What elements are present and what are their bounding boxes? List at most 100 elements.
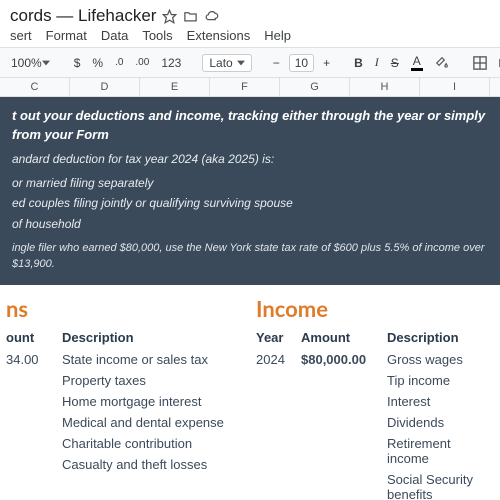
percent-button[interactable]: % <box>89 54 106 72</box>
cell: State income or sales tax <box>56 352 226 367</box>
cell <box>301 394 381 409</box>
font-size-input[interactable]: 10 <box>289 54 314 72</box>
col-amount: Amount <box>301 330 381 345</box>
cell: Gross wages <box>381 352 496 367</box>
zoom-value: 100% <box>11 56 42 70</box>
menu-data[interactable]: Data <box>101 28 128 43</box>
col-description: Description <box>56 330 226 345</box>
col-header[interactable]: E <box>140 78 210 96</box>
decrease-decimal-button[interactable]: .0 <box>112 55 126 70</box>
italic-button[interactable]: I <box>372 53 382 72</box>
banner-example: ingle filer who earned $80,000, use the … <box>12 241 488 273</box>
col-header[interactable]: D <box>70 78 140 96</box>
cell: Medical and dental expense <box>56 415 226 430</box>
banner-headline: t out your deductions and income, tracki… <box>12 107 488 145</box>
font-size-increase[interactable]: + <box>320 54 333 72</box>
cell <box>6 415 56 430</box>
table-row[interactable]: Charitable contribution <box>6 433 226 454</box>
spreadsheet-body[interactable]: t out your deductions and income, tracki… <box>0 97 500 500</box>
col-header[interactable]: I <box>420 78 490 96</box>
table-row[interactable]: Medical and dental expense <box>6 412 226 433</box>
table-row[interactable]: Home mortgage interest <box>6 391 226 412</box>
dec-inc-label: .00 <box>135 57 149 68</box>
table-row[interactable]: 2024$80,000.00Gross wages <box>256 349 496 370</box>
col-description: Description <box>381 330 496 345</box>
text-color-button[interactable]: A <box>408 52 426 73</box>
cell: Social Security benefits <box>381 472 496 500</box>
menu-tools[interactable]: Tools <box>142 28 172 43</box>
cell <box>301 415 381 430</box>
table-row[interactable]: Tip income <box>256 370 496 391</box>
cell <box>301 472 381 500</box>
table-row[interactable]: Social Security benefits <box>256 469 496 500</box>
cell: Casualty and theft losses <box>56 457 226 472</box>
merge-button[interactable] <box>496 54 500 72</box>
number-format-button[interactable]: 123 <box>158 54 184 72</box>
cell <box>6 436 56 451</box>
cell: Charitable contribution <box>56 436 226 451</box>
menu-insert[interactable]: sert <box>10 28 32 43</box>
cell: Property taxes <box>56 373 226 388</box>
app-window: cords — Lifehacker sert Format Data Tool… <box>0 0 500 500</box>
deductions-title: ns <box>6 295 226 322</box>
increase-decimal-button[interactable]: .00 <box>132 55 152 70</box>
title-bar: cords — Lifehacker <box>0 0 500 28</box>
col-header[interactable]: F <box>210 78 280 96</box>
menu-format[interactable]: Format <box>46 28 87 43</box>
deductions-table: ns ount Description 34.00State income or… <box>6 295 226 500</box>
tables-area: ns ount Description 34.00State income or… <box>0 285 500 500</box>
col-header[interactable]: G <box>280 78 350 96</box>
cell: 2024 <box>256 352 301 367</box>
currency-button[interactable]: $ <box>71 54 84 72</box>
cell <box>256 436 301 466</box>
table-row[interactable]: Interest <box>256 391 496 412</box>
column-headers: C D E F G H I <box>0 78 500 97</box>
banner-subhead: andard deduction for tax year 2024 (aka … <box>12 151 488 168</box>
cell <box>6 373 56 388</box>
table-row[interactable]: Dividends <box>256 412 496 433</box>
table-row[interactable]: Retirement income <box>256 433 496 469</box>
banner-bullet: ed couples filing jointly or qualifying … <box>12 195 488 212</box>
strikethrough-button[interactable]: S <box>388 54 402 72</box>
col-year: Year <box>256 330 301 345</box>
dec-dec-label: .0 <box>115 57 123 68</box>
cell <box>301 436 381 466</box>
table-row[interactable]: Property taxes <box>6 370 226 391</box>
move-folder-icon[interactable] <box>183 9 198 24</box>
col-amount: ount <box>6 330 56 345</box>
cell <box>6 394 56 409</box>
col-header[interactable]: H <box>350 78 420 96</box>
cell <box>6 457 56 472</box>
cell: Home mortgage interest <box>56 394 226 409</box>
cell <box>256 472 301 500</box>
doc-title: cords — Lifehacker <box>10 6 156 26</box>
borders-button[interactable] <box>470 54 490 72</box>
cell: Tip income <box>381 373 496 388</box>
cloud-status-icon[interactable] <box>204 9 219 24</box>
menu-help[interactable]: Help <box>264 28 291 43</box>
cell <box>301 373 381 388</box>
income-table: Income Year Amount Description 2024$80,0… <box>256 295 496 500</box>
menu-bar: sert Format Data Tools Extensions Help <box>0 28 500 47</box>
cell <box>256 415 301 430</box>
font-size-decrease[interactable]: − <box>270 54 283 72</box>
income-title: Income <box>256 295 496 322</box>
banner-bullet: or married filing separately <box>12 175 488 192</box>
cell <box>256 394 301 409</box>
fill-color-button[interactable] <box>432 54 452 72</box>
info-banner: t out your deductions and income, tracki… <box>0 97 500 285</box>
star-icon[interactable] <box>162 9 177 24</box>
font-name: Lato <box>209 56 232 70</box>
cell: Interest <box>381 394 496 409</box>
cell: $80,000.00 <box>301 352 381 367</box>
menu-extensions[interactable]: Extensions <box>187 28 251 43</box>
toolbar: 100% $ % .0 .00 123 Lato − 10 + B I S A <box>0 47 500 78</box>
zoom-dropdown[interactable]: 100% <box>8 54 53 72</box>
cell: Dividends <box>381 415 496 430</box>
col-header[interactable]: C <box>0 78 70 96</box>
font-dropdown[interactable]: Lato <box>202 54 251 72</box>
cell: 34.00 <box>6 352 56 367</box>
bold-button[interactable]: B <box>351 54 366 72</box>
table-row[interactable]: 34.00State income or sales tax <box>6 349 226 370</box>
table-row[interactable]: Casualty and theft losses <box>6 454 226 475</box>
